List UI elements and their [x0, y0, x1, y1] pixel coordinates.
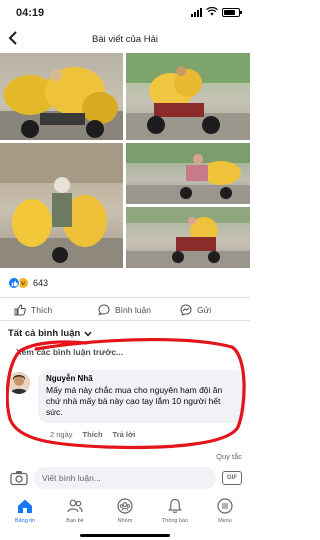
comment-button[interactable]: Bình luận [98, 298, 151, 322]
chevron-down-icon [84, 331, 92, 337]
send-button[interactable]: Gửi [180, 298, 211, 322]
comments-filter[interactable]: Tất cả bình luận [8, 328, 92, 339]
tab-notifications[interactable]: Thông báo [150, 498, 200, 536]
post-photo[interactable] [0, 143, 123, 268]
camera-icon [10, 471, 28, 486]
tab-label: Nhóm [117, 518, 133, 524]
post-photo[interactable] [126, 143, 250, 204]
post-actions: Thích Bình luận Gửi [0, 298, 250, 322]
comment-icon [98, 304, 110, 316]
tab-label: Thông báo [161, 518, 189, 524]
bell-icon [168, 498, 182, 513]
tab-label: Bảng tin [14, 518, 36, 524]
menu-icon [217, 498, 233, 514]
home-icon [18, 499, 32, 513]
reactions-summary[interactable]: 643 [8, 275, 48, 291]
status-bar: 04:19 [0, 0, 250, 26]
page-title: Bài viết của Hải [91, 34, 158, 45]
post-photo[interactable] [126, 207, 250, 268]
tab-groups[interactable]: Nhóm [100, 498, 150, 536]
home-indicator [80, 534, 170, 537]
rules-link[interactable]: Quy tắc [216, 452, 242, 461]
like-reaction-icon [8, 277, 20, 289]
tab-bar: Bảng tin Bạn bè Nhóm Thông báo Menu [0, 494, 250, 540]
comment-bubble[interactable]: Nguyễn Nhã Mấy má này chắc mua cho nguyê… [38, 370, 246, 423]
post-photo[interactable] [0, 53, 123, 140]
post-photo[interactable] [126, 53, 250, 140]
signal-icon [191, 8, 202, 17]
comment-reply-button[interactable]: Trả lời [113, 430, 136, 439]
tab-label: Menu [218, 518, 232, 524]
comment-composer: GIF [0, 464, 250, 492]
comments-filter-label: Tất cả bình luận [8, 328, 81, 339]
view-previous-comments-link[interactable]: Xem các bình luận trước... [16, 347, 123, 357]
tab-menu[interactable]: Menu [200, 498, 250, 536]
messenger-icon [180, 304, 192, 316]
tab-label: Bạn bè [66, 518, 84, 524]
camera-button[interactable] [10, 470, 28, 486]
avatar[interactable] [8, 372, 30, 394]
comment-meta: 2 ngày Thích Trả lời [50, 430, 135, 439]
photo-grid [0, 53, 250, 268]
groups-icon [117, 498, 133, 514]
status-icons [191, 6, 242, 18]
nav-bar: Bài viết của Hải [0, 26, 250, 54]
comment-like-button[interactable]: Thích [83, 430, 103, 439]
wifi-icon [206, 6, 218, 18]
tab-home[interactable]: Bảng tin [0, 498, 50, 536]
like-label: Thích [31, 305, 53, 315]
divider [0, 320, 250, 321]
comment-text: Mấy má này chắc mua cho nguyên hạm đội ă… [46, 385, 223, 417]
tab-friends[interactable]: Bạn bè [50, 498, 100, 536]
battery-icon [222, 8, 242, 17]
comment-input[interactable] [34, 467, 216, 489]
comment-label: Bình luận [115, 305, 151, 315]
like-button[interactable]: Thích [14, 298, 52, 322]
send-label: Gửi [197, 305, 212, 315]
comment-author[interactable]: Nguyễn Nhã [46, 374, 238, 383]
status-time: 04:19 [16, 7, 45, 19]
comment-time: 2 ngày [50, 430, 73, 439]
reaction-count: 643 [33, 278, 49, 288]
gif-button[interactable]: GIF [222, 471, 242, 485]
thumbs-up-icon [14, 304, 26, 316]
friends-icon [67, 499, 83, 513]
